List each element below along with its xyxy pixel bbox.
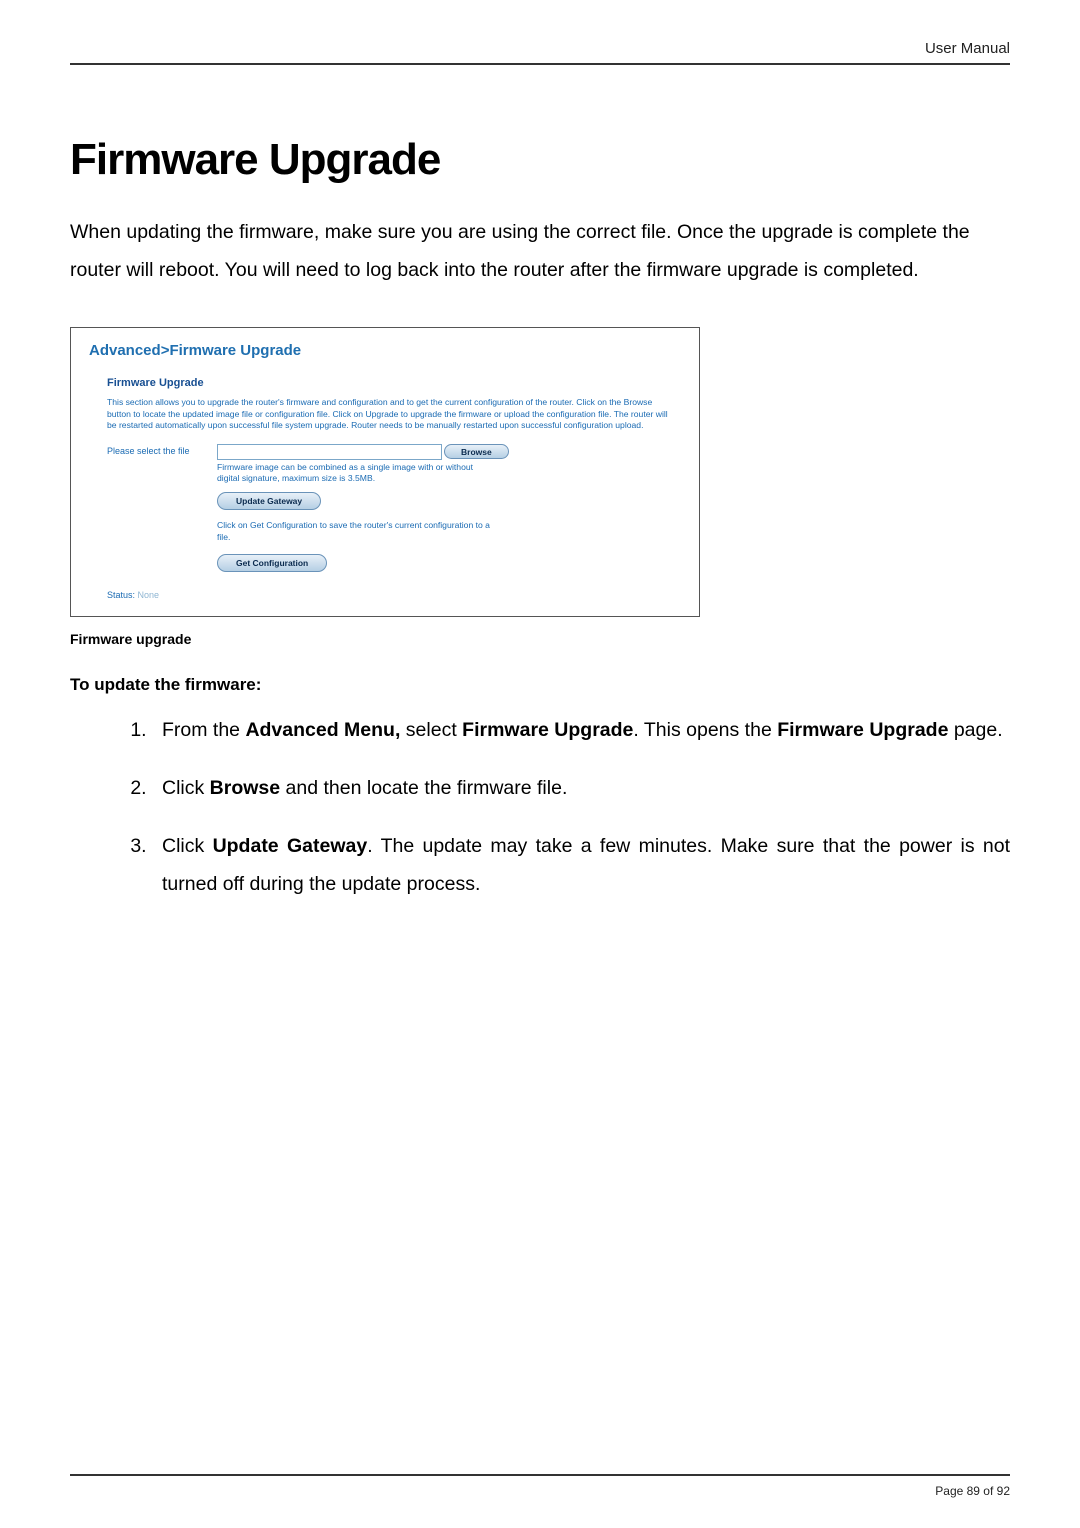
file-select-label: Please select the file: [107, 444, 217, 485]
file-path-input[interactable]: [217, 444, 442, 460]
step-3: Click Update Gateway. The update may tak…: [152, 827, 1010, 903]
step-text: page.: [948, 719, 1002, 741]
step-text: select: [400, 719, 462, 741]
steps-heading: To update the firmware:: [70, 675, 1010, 695]
step-bold: Advanced Menu,: [245, 719, 400, 741]
step-text: and then locate the firmware file.: [280, 777, 567, 799]
page-title: Firmware Upgrade: [70, 135, 1010, 185]
status-row: Status: None: [107, 590, 681, 600]
step-bold: Update Gateway: [213, 835, 368, 857]
file-hint-text: Firmware image can be combined as a sing…: [217, 462, 477, 485]
get-configuration-button[interactable]: Get Configuration: [217, 554, 327, 572]
step-bold: Firmware Upgrade: [777, 719, 948, 741]
panel-description: This section allows you to upgrade the r…: [107, 397, 671, 432]
header-rule: User Manual: [70, 40, 1010, 65]
step-1: From the Advanced Menu, select Firmware …: [152, 711, 1010, 749]
step-2: Click Browse and then locate the firmwar…: [152, 769, 1010, 807]
browse-button[interactable]: Browse: [444, 444, 509, 459]
firmware-panel-screenshot: Advanced>Firmware Upgrade Firmware Upgra…: [70, 327, 700, 617]
panel-breadcrumb: Advanced>Firmware Upgrade: [89, 342, 681, 359]
header-label: User Manual: [70, 40, 1010, 57]
steps-list: From the Advanced Menu, select Firmware …: [152, 711, 1010, 903]
step-bold: Browse: [210, 777, 280, 799]
panel-section-title: Firmware Upgrade: [107, 377, 681, 389]
status-value: None: [138, 590, 160, 600]
update-gateway-button[interactable]: Update Gateway: [217, 492, 321, 510]
page-number: Page 89 of 92: [70, 1484, 1010, 1498]
footer-rule: Page 89 of 92: [70, 1474, 1010, 1498]
get-configuration-text: Click on Get Configuration to save the r…: [217, 520, 497, 543]
step-text: . This opens the: [633, 719, 777, 741]
step-bold: Firmware Upgrade: [462, 719, 633, 741]
step-text: Click: [162, 777, 210, 799]
intro-paragraph: When updating the firmware, make sure yo…: [70, 213, 1010, 289]
step-text: Click: [162, 835, 213, 857]
step-text: From the: [162, 719, 245, 741]
file-select-row: Please select the file Browse Firmware i…: [107, 444, 681, 485]
screenshot-caption: Firmware upgrade: [70, 631, 1010, 647]
status-label: Status:: [107, 590, 135, 600]
